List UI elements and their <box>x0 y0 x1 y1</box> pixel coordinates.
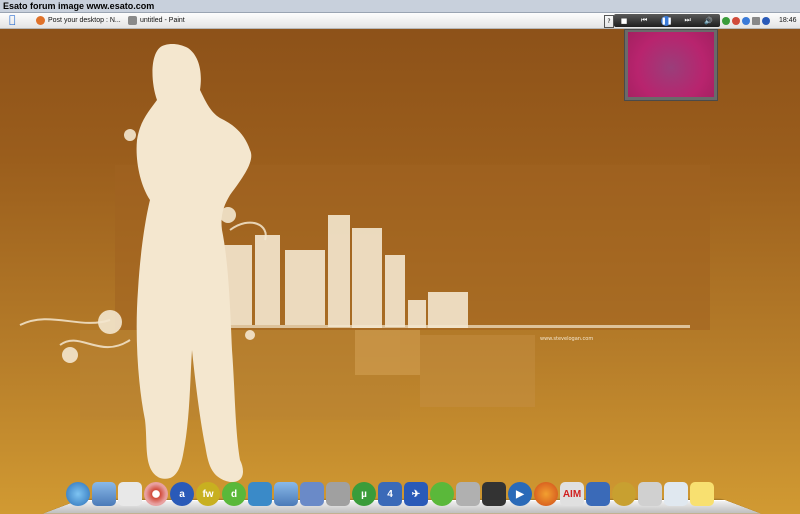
taskbar:  Post your desktop : N... untitled - Pa… <box>0 13 800 29</box>
taskbar-item-label: untitled - Paint <box>140 17 185 24</box>
dreamweaver-icon[interactable]: d <box>222 482 246 506</box>
media-play-icon[interactable]: ▶ <box>508 482 532 506</box>
plane-icon[interactable]: ✈ <box>404 482 428 506</box>
image-caption-bar: Esato forum image www.esato.com <box>0 0 800 13</box>
volume-tray-icon[interactable] <box>762 17 770 25</box>
document-icon[interactable] <box>118 482 142 506</box>
dock-icons: a fw d µ 4 ✈ ▶ AIM <box>66 482 714 506</box>
media-player-controls: ■ ⏮ ❚❚ ⏭ 🔊 <box>614 14 720 27</box>
terminal-icon[interactable] <box>482 482 506 506</box>
play-pause-icon[interactable]: ❚❚ <box>661 16 671 26</box>
aim-icon[interactable]: AIM <box>560 482 584 506</box>
user-icon[interactable] <box>722 17 730 25</box>
bug-icon[interactable] <box>456 482 480 506</box>
dock: a fw d µ 4 ✈ ▶ AIM <box>62 480 742 514</box>
clock[interactable]: 18:46 <box>779 14 797 27</box>
grunge-panel-small <box>355 330 420 375</box>
settings-icon[interactable] <box>612 482 636 506</box>
globe-icon[interactable] <box>66 482 90 506</box>
wallpaper-art: www.stevelogan.com <box>0 29 800 514</box>
hammer-icon[interactable] <box>638 482 662 506</box>
taskbar-item-label: Post your desktop : N... <box>48 17 121 24</box>
grunge-panel-lower <box>80 330 400 420</box>
stop-icon[interactable]: ■ <box>621 17 628 25</box>
recycle-bin-icon[interactable] <box>664 482 688 506</box>
grunge-panel-right <box>420 335 535 407</box>
horizon-line <box>200 325 690 328</box>
antivirus-icon[interactable] <box>732 17 740 25</box>
taskbar-item-paint[interactable]: untitled - Paint <box>128 14 185 27</box>
taskbar-item-firefox[interactable]: Post your desktop : N... <box>36 14 121 27</box>
next-icon[interactable]: ⏭ <box>685 16 691 25</box>
wallpaper-watermark: www.stevelogan.com <box>540 336 593 342</box>
prev-icon[interactable]: ⏮ <box>641 16 647 25</box>
network-icon[interactable] <box>586 482 610 506</box>
volume-icon[interactable]: 🔊 <box>704 17 713 25</box>
messenger-icon[interactable] <box>248 482 272 506</box>
folder-icon[interactable] <box>274 482 298 506</box>
flash-icon[interactable]: fw <box>196 482 220 506</box>
firefox-icon[interactable] <box>534 482 558 506</box>
help-icon[interactable]: ? <box>604 15 614 28</box>
tools-icon[interactable] <box>326 482 350 506</box>
paint-icon <box>128 16 137 25</box>
mail-icon[interactable] <box>752 17 760 25</box>
system-tray <box>722 14 770 27</box>
cd-icon[interactable] <box>144 482 168 506</box>
apple-menu-icon[interactable]:  <box>9 14 21 26</box>
folder-icon[interactable] <box>92 482 116 506</box>
cog-icon[interactable] <box>430 482 454 506</box>
amazon-icon[interactable]: a <box>170 482 194 506</box>
network-icon[interactable] <box>742 17 750 25</box>
firefox-icon <box>36 16 45 25</box>
notes-icon[interactable] <box>690 482 714 506</box>
utorrent-icon[interactable]: µ <box>352 482 376 506</box>
channel4-icon[interactable]: 4 <box>378 482 402 506</box>
finder-icon[interactable] <box>300 482 324 506</box>
caption-text: Esato forum image www.esato.com <box>3 1 154 11</box>
